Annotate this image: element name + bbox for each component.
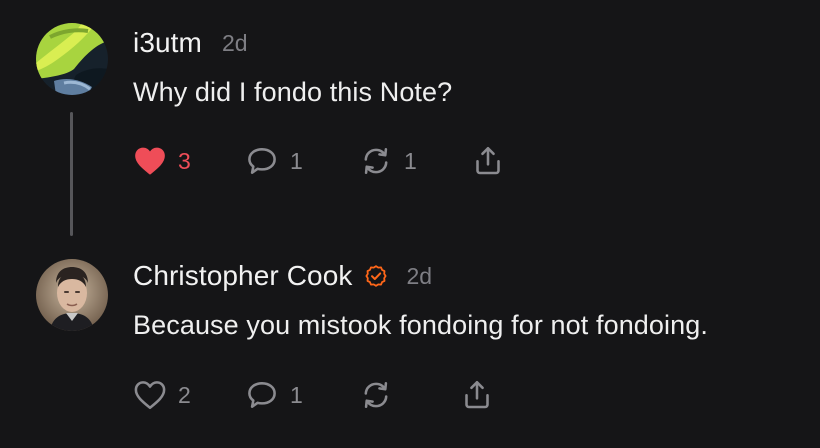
restack-arrows-icon: [364, 382, 388, 408]
reply-button[interactable]: 1: [244, 143, 303, 179]
restack-count: 1: [404, 147, 417, 174]
avatar[interactable]: [36, 23, 108, 95]
timestamp[interactable]: 2d: [406, 263, 432, 290]
username[interactable]: Christopher Cook: [133, 260, 352, 292]
avatar-image: [36, 259, 108, 331]
restack-button[interactable]: [358, 377, 394, 413]
timestamp[interactable]: 2d: [222, 30, 248, 57]
avatar[interactable]: [36, 259, 108, 331]
note-header: Christopher Cook 2d: [133, 260, 432, 292]
speech-bubble-icon: [248, 382, 276, 408]
share-icon: [476, 146, 500, 175]
like-button[interactable]: 2: [132, 377, 191, 413]
speech-bubble-icon: [248, 148, 276, 174]
like-count: 3: [178, 147, 191, 174]
notes-thread: i3utm 2d Why did I fondo this Note? 3 1: [0, 0, 820, 448]
share-button[interactable]: [459, 377, 495, 413]
restack-arrows-icon: [364, 148, 388, 174]
avatar-image: [36, 23, 108, 95]
username[interactable]: i3utm: [133, 27, 202, 59]
heart-icon: [134, 381, 166, 410]
note-text: Why did I fondo this Note?: [133, 77, 453, 107]
like-button[interactable]: 3: [132, 143, 191, 179]
heart-icon: [135, 147, 165, 175]
verified-badge-icon: [365, 265, 387, 287]
restack-button[interactable]: 1: [358, 143, 417, 179]
note-text: Because you mistook fondoing for not fon…: [133, 310, 708, 340]
note-header: i3utm 2d: [133, 27, 248, 59]
reply-count: 1: [290, 381, 303, 408]
like-count: 2: [178, 381, 191, 408]
share-button[interactable]: [470, 143, 506, 179]
share-icon: [465, 380, 489, 409]
reply-count: 1: [290, 147, 303, 174]
reply-button[interactable]: 1: [244, 377, 303, 413]
thread-connector-line: [70, 112, 73, 236]
